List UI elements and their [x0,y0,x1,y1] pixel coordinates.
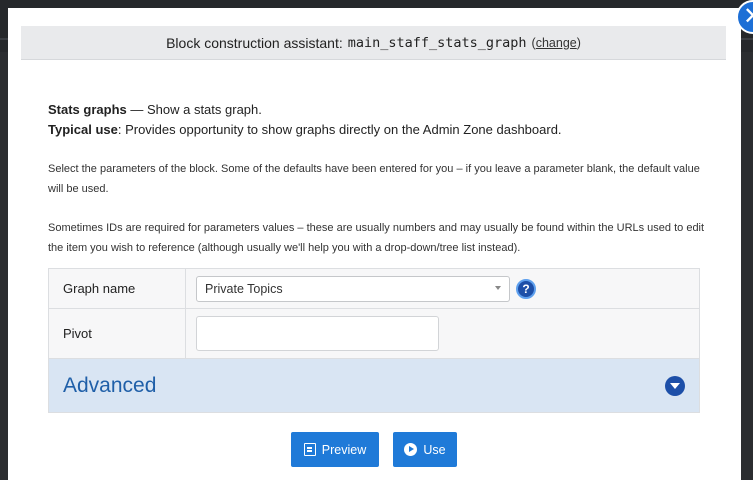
preview-icon [303,443,316,456]
block-description: — Show a stats graph. [126,102,262,117]
param-row-graph-name: Graph name Private Topics ? [49,269,699,309]
change-link[interactable]: change [536,36,577,50]
use-label: Use [423,442,446,457]
pivot-label: Pivot [49,309,186,358]
graph-name-selected: Private Topics [205,281,283,296]
parameters-table: Graph name Private Topics ? Pivot Advanc… [48,268,700,413]
play-circle-icon [404,443,418,456]
block-assistant-dialog: ✕ Block construction assistant: main_sta… [8,0,753,480]
help-paragraph: Select the parameters of the block. Some… [48,163,700,195]
typical-use-label: Typical use [48,122,118,137]
preview-label: Preview [321,442,367,457]
block-summary: Stats graphs — Show a stats graph. [48,102,262,117]
help-paragraph: Sometimes IDs are required for parameter… [48,222,705,254]
dialog-title: Block construction assistant: [166,34,343,51]
dropdown-caret-icon [495,285,501,290]
use-button[interactable]: Use [393,432,457,467]
advanced-section-toggle[interactable]: Advanced [49,359,699,412]
param-row-pivot: Pivot [49,309,699,359]
pivot-input[interactable] [196,316,439,351]
block-code: main_staff_stats_graph [347,34,527,51]
help-icon[interactable]: ? [516,278,536,299]
typical-use-text: : Provides opportunity to show graphs di… [117,122,562,137]
graph-name-select[interactable]: Private Topics [196,275,510,302]
preview-button[interactable]: Preview [291,432,379,467]
dialog-title-bar: Block construction assistant: main_staff… [21,26,726,60]
advanced-label: Advanced [63,373,157,397]
graph-name-field: Private Topics ? [186,269,699,308]
pivot-field [186,309,699,358]
change-link-wrap: (change) [531,35,581,50]
block-name: Stats graphs [48,102,127,117]
typical-use: Typical use: Provides opportunity to sho… [48,122,562,137]
graph-name-label: Graph name [49,269,186,308]
chevron-down-circle-icon[interactable] [665,375,685,396]
